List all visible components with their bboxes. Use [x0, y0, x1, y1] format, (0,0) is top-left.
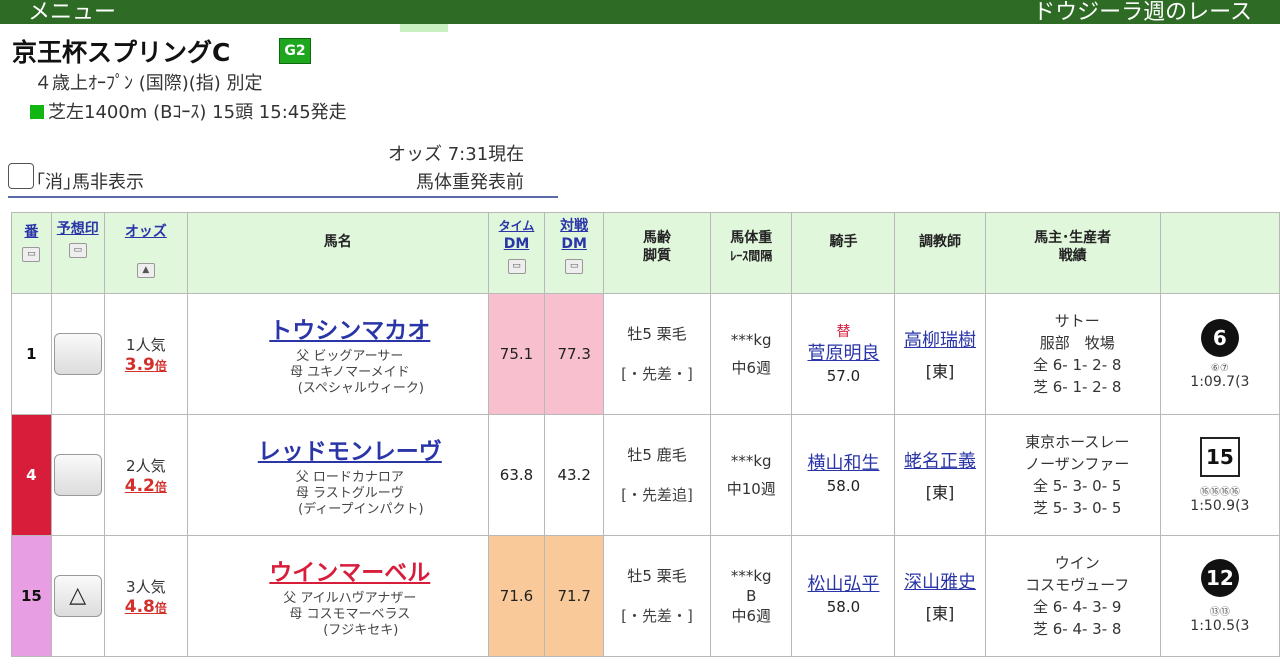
owner-cell: 東京ホースレー ノーザンファー全 5- 3- 0- 5芝 5- 3- 0- 5	[984, 414, 1161, 536]
turf-square-icon	[30, 105, 44, 119]
horse-name-link[interactable]: ウインマーベル	[212, 553, 488, 587]
finish-position: 12	[1200, 558, 1239, 597]
col-trainer: 調教師	[894, 212, 986, 294]
odds-cell: 1人気 3.9倍	[103, 293, 188, 415]
odds-cell: 2人気 4.2倍	[103, 414, 188, 536]
mark-cell	[50, 414, 105, 536]
col-num[interactable]: 番 ▭	[11, 212, 52, 294]
table-row: 1 1人気 3.9倍 トウシンマカオ 父 ビッグアーサー 母 ユキノマーメイド (…	[11, 293, 1280, 415]
odds-link[interactable]: 4.2倍	[105, 476, 187, 496]
col-owner: 馬主･生産者 戦績	[984, 212, 1161, 294]
horse-cell: トウシンマカオ 父 ビッグアーサー 母 ユキノマーメイド (スペシャルウィーク)	[186, 293, 489, 415]
time-dm: 71.6	[487, 535, 546, 657]
odds-cell: 3人気 4.8倍	[103, 535, 188, 657]
horse-cell: レッドモンレーヴ 父 ロードカナロア 母 ラストグルーヴ (ディープインパクト)	[186, 414, 489, 536]
weekly-races-link[interactable]: ドウジーラ週のレース	[1033, 0, 1252, 26]
weight-cell: ***kg B 中6週	[710, 535, 793, 657]
trainer-link[interactable]: 高柳瑞樹	[895, 326, 984, 352]
weight-cell: ***kg 中6週	[710, 293, 793, 415]
col-vs-dm[interactable]: 対戦 DM ▭	[544, 212, 604, 294]
cut-info-strip	[10, 24, 450, 32]
jockey-link[interactable]: 菅原明良	[792, 343, 894, 365]
sort-icon[interactable]: ▭	[22, 247, 41, 262]
mark-button[interactable]	[53, 333, 102, 375]
sort-icon[interactable]: ▭	[507, 259, 526, 274]
owner-cell: ウイン コスモヴューフ全 6- 4- 3- 9芝 6- 4- 3- 8	[984, 535, 1161, 657]
race-title: 京王杯スプリングC	[12, 38, 231, 67]
odds-timestamp: オッズ 7:31現在	[388, 144, 525, 165]
horse-cell: ウインマーベル 父 アイルハヴアナザー 母 コスモマーベラス (フジキセキ)	[186, 535, 489, 657]
horse-number: 15	[11, 535, 52, 657]
hide-scratched-checkbox[interactable]	[8, 163, 34, 189]
table-row: 4 2人気 4.2倍 レッドモンレーヴ 父 ロードカナロア 母 ラストグルーヴ (…	[11, 414, 1280, 536]
vs-dm: 71.7	[544, 535, 604, 657]
horse-name-link[interactable]: レッドモンレーヴ	[212, 432, 488, 466]
mark-button[interactable]	[53, 454, 102, 496]
weight-cell: ***kg 中10週	[710, 414, 793, 536]
time-dm: 63.8	[487, 414, 546, 536]
race-course: 芝左1400m (Bｺｰｽ) 15頭 15:45発走	[30, 98, 347, 124]
age-cell: 牡5 鹿毛 [・先差追]	[602, 414, 712, 536]
jockey-cell: 松山弘平 58.0	[791, 535, 896, 657]
jockey-link[interactable]: 松山弘平	[792, 574, 894, 596]
col-name: 馬名	[186, 212, 489, 294]
col-jockey: 騎手	[791, 212, 896, 294]
col-mark[interactable]: 予想印 ▭	[50, 212, 105, 294]
mark-cell: △	[50, 535, 105, 657]
jockey-cell: 替菅原明良 57.0	[791, 293, 896, 415]
sort-icon[interactable]: ▭	[68, 243, 87, 258]
trainer-cell: 深山雅史 [東]	[894, 535, 986, 657]
horse-name-link[interactable]: トウシンマカオ	[212, 311, 488, 345]
trainer-cell: 高柳瑞樹 [東]	[894, 293, 986, 415]
col-weight: 馬体重 ﾚｰｽ間隔	[710, 212, 793, 294]
trainer-link[interactable]: 蛯名正義	[895, 447, 984, 473]
weight-note: 馬体重発表前	[416, 172, 524, 193]
finish-position: 6	[1200, 318, 1239, 357]
horse-number: 4	[11, 414, 52, 536]
col-last-race	[1159, 212, 1280, 294]
table-row: 15 △ 3人気 4.8倍 ウインマーベル 父 アイルハヴアナザー 母 コスモマー…	[11, 535, 1280, 657]
finish-position: 15	[1199, 436, 1240, 477]
entries-table: 番 ▭ 予想印 ▭ オッズ ▲ 馬名 タイム DM ▭ 対戦 DM ▭ 馬齢 脚質 馬体重 ﾚｰｽ…	[11, 212, 1280, 657]
odds-link[interactable]: 3.9倍	[105, 355, 187, 375]
divider	[8, 196, 558, 198]
col-age: 馬齢 脚質	[602, 212, 712, 294]
grade-badge: G2	[279, 38, 311, 64]
last-race-cell: 6 ⑥⑦ 1:09.7(3	[1159, 293, 1280, 415]
sort-icon[interactable]: ▭	[565, 259, 584, 274]
mark-button[interactable]: △	[53, 575, 102, 617]
col-time-dm[interactable]: タイム DM ▭	[487, 212, 546, 294]
col-odds[interactable]: オッズ ▲	[103, 212, 188, 294]
last-race-cell: 12 ⑬⑬ 1:10.5(3	[1159, 535, 1280, 657]
jockey-cell: 横山和生 58.0	[791, 414, 896, 536]
odds-link[interactable]: 4.8倍	[105, 597, 187, 617]
horse-number: 1	[11, 293, 52, 415]
sort-up-icon[interactable]: ▲	[136, 263, 155, 278]
vs-dm: 43.2	[544, 414, 604, 536]
cut-badge	[400, 24, 448, 32]
hide-scratched-label[interactable]: ｢消｣馬非表示	[36, 168, 144, 194]
trainer-link[interactable]: 深山雅史	[895, 568, 984, 594]
race-conditions: ４歳上ｵｰﾌﾟﾝ (国際)(指) 別定	[34, 73, 263, 94]
menu-button[interactable]: メニュー	[28, 0, 116, 26]
last-race-cell: 15 ⑯⑯⑯⑯ 1:50.9(3	[1159, 414, 1280, 536]
age-cell: 牡5 栗毛 [・先差・]	[602, 293, 712, 415]
age-cell: 牡5 栗毛 [・先差・]	[602, 535, 712, 657]
jockey-link[interactable]: 横山和生	[792, 453, 894, 475]
trainer-cell: 蛯名正義 [東]	[894, 414, 986, 536]
owner-cell: サトー 服部 牧場全 6- 1- 2- 8芝 6- 1- 2- 8	[984, 293, 1161, 415]
time-dm: 75.1	[487, 293, 546, 415]
vs-dm: 77.3	[544, 293, 604, 415]
mark-cell	[50, 293, 105, 415]
top-nav-bar: メニュー ドウジーラ週のレース	[0, 0, 1280, 26]
